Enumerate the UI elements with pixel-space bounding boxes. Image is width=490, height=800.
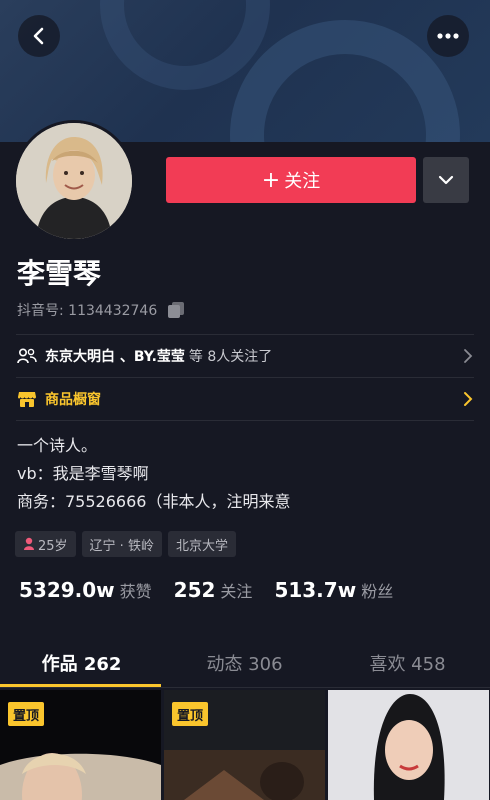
douyin-id-text: 抖音号: 1134432746 [17,303,158,319]
pinned-badge: 置顶 [172,702,209,726]
bio-line: vb：我是李雪琴啊 [17,464,149,483]
douyin-id: 抖音号: 1134432746 [17,300,185,320]
likes-count: 5329.0w [19,578,115,602]
bio: 一个诗人。 vb：我是李雪琴啊 商务：75526666（非本人，注明来意 [17,432,290,516]
pinned-badge: 置顶 [8,702,45,726]
mutual-followers-count: 等 8人关注了 [188,349,273,365]
banner-decoration [230,20,460,142]
age-tag: 25岁 [15,531,76,557]
more-dots-icon [437,33,459,39]
profile-tags: 25岁 辽宁 · 铁岭 北京大学 [15,531,236,557]
plus-icon: + [261,167,281,193]
following-label[interactable]: 关注 [220,578,252,602]
tab-works[interactable]: 作品 262 [0,638,163,688]
profile-name: 李雪琴 [17,257,102,290]
chevron-right-icon [464,392,473,406]
followers-count[interactable]: 513.7w [274,578,356,602]
avatar-portrait [16,123,132,239]
tab-posts[interactable]: 动态 306 [163,638,326,688]
location-tag: 辽宁 · 铁岭 [81,531,162,557]
more-options-button[interactable] [427,15,469,57]
divider [16,334,474,335]
chevron-left-icon [33,27,44,45]
divider [16,420,474,421]
following-count[interactable]: 252 [174,578,216,602]
school-tag: 北京大学 [167,531,236,557]
divider [16,377,474,378]
mutual-followers-row[interactable]: 东京大明白 、BY.莹莹 等 8人关注了 [17,345,473,367]
users-icon [17,348,37,364]
mutual-followers-names: 东京大明白 、BY.莹莹 [45,349,185,365]
age-label: 25岁 [38,538,68,554]
divider [0,687,490,688]
chevron-right-icon [464,349,473,363]
thumbnail-image [328,690,489,800]
follow-button[interactable]: + 关注 [166,157,416,203]
profile-stats: 5329.0w 获赞 252 关注 513.7w 粉丝 [19,578,415,602]
back-button[interactable] [18,15,60,57]
bio-line: 商务：75526666（非本人，注明来意 [17,492,291,511]
recommend-dropdown-button[interactable] [423,157,469,203]
content-tabs: 作品 262 动态 306 喜欢 458 [0,638,490,688]
chevron-down-icon [438,175,454,185]
bio-line: 一个诗人。 [17,436,98,455]
follow-label: 关注 [284,171,321,192]
video-thumbnail[interactable]: 置顶 [0,690,161,800]
copy-icon[interactable] [167,301,185,319]
shop-window-row[interactable]: 商品橱窗 [17,388,473,410]
shop-window-label: 商品橱窗 [45,392,101,408]
video-thumbnail[interactable]: 置顶 [164,690,325,800]
shop-icon [18,392,36,407]
followers-label[interactable]: 粉丝 [361,578,393,602]
likes-label: 获赞 [119,582,152,601]
female-icon [24,537,34,550]
video-thumbnail[interactable] [328,690,489,800]
avatar[interactable] [13,120,135,242]
video-grid: 置顶 置顶 [0,690,490,800]
tab-likes[interactable]: 喜欢 458 [326,638,489,688]
